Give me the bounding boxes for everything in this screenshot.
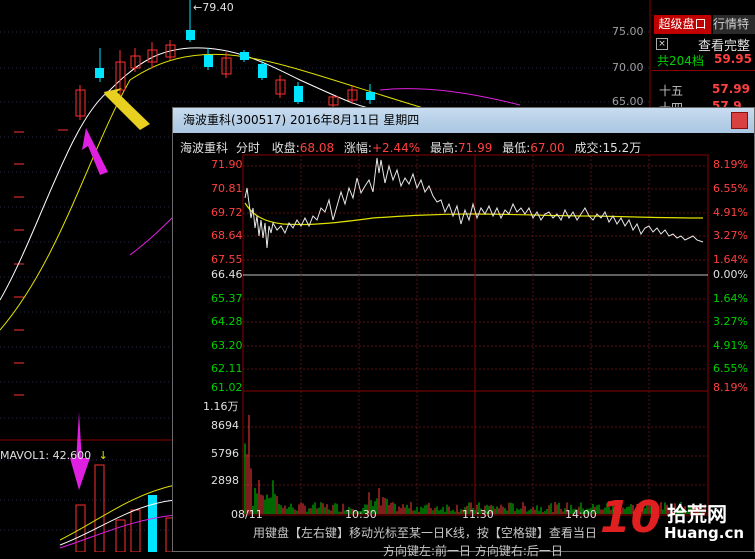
- pct-label: 1.64%: [713, 253, 748, 266]
- price-label: 71.90: [211, 158, 243, 171]
- time-axis-label: 10:30: [345, 508, 377, 521]
- pct-label: 4.91%: [713, 206, 748, 219]
- high-marker-arrow: ←: [193, 1, 203, 14]
- high-marker-value: 79.40: [202, 1, 234, 14]
- pct-label: 8.19%: [713, 158, 748, 171]
- volume-indicator-label: MAVOL1: 42.600 ↓: [0, 449, 108, 462]
- time-axis-label: 11:30: [462, 508, 494, 521]
- price-label: 68.64: [211, 229, 243, 242]
- pct-label: 3.27%: [713, 315, 748, 328]
- price-label: 65.37: [211, 292, 243, 305]
- sidebar-divider: [652, 70, 755, 71]
- site-watermark-logo: 10 拾荒网 Huang.cn: [600, 492, 755, 552]
- pct-label: 4.91%: [713, 339, 748, 352]
- price-label: 62.11: [211, 362, 243, 375]
- pct-label: 6.55%: [713, 182, 748, 195]
- volume-axis-label: 2898: [211, 474, 239, 487]
- view-full-checkbox[interactable]: ×: [656, 38, 668, 50]
- time-axis-label: 08/11: [231, 508, 263, 521]
- high-marker: ←79.40: [193, 1, 234, 14]
- price-axis-70: 70.00: [612, 61, 644, 74]
- price-axis-75: 75.00: [612, 25, 644, 38]
- intraday-chart[interactable]: [173, 108, 755, 553]
- total-depth-label: 共204档: [657, 54, 704, 68]
- intraday-popup-window[interactable]: 海波重科(300517) 2016年8月11日 星期四 海波重科 分时 收盘:6…: [172, 107, 755, 558]
- pct-label: 0.00%: [713, 268, 748, 281]
- price-label: 69.72: [211, 206, 243, 219]
- volume-axis-label: 1.16万: [203, 400, 239, 413]
- sidebar-row-label: 十五: [659, 84, 684, 98]
- tab-super-orderbook[interactable]: 超级盘口: [654, 15, 711, 34]
- volume-axis-label: 8694: [211, 419, 239, 432]
- down-arrow-icon: ↓: [98, 449, 108, 462]
- price-label: 67.55: [211, 253, 243, 266]
- watermark-en: Huang.cn: [664, 524, 745, 542]
- watermark-cn: 拾荒网: [667, 502, 727, 526]
- sidebar-row-value: 57.99: [712, 82, 750, 96]
- pct-label: 6.55%: [713, 362, 748, 375]
- time-axis-label: 14:00: [565, 508, 597, 521]
- total-depth-value: 59.95: [714, 52, 752, 66]
- price-label: 66.46: [211, 268, 243, 281]
- price-label: 61.02: [211, 381, 243, 394]
- tab-quote[interactable]: 行情特: [713, 15, 755, 34]
- pct-label: 1.64%: [713, 292, 748, 305]
- price-label: 63.20: [211, 339, 243, 352]
- pct-label: 3.27%: [713, 229, 748, 242]
- watermark-number: 10: [600, 492, 662, 543]
- mavol-text: MAVOL1: 42.600: [0, 449, 92, 462]
- pct-label: 8.19%: [713, 381, 748, 394]
- keyboard-hint-line1: 用键盘【左右键】移动光标至某一日K线，按【空格键】查看当日: [253, 526, 597, 540]
- volume-axis-label: 5796: [211, 447, 239, 460]
- price-label: 64.28: [211, 315, 243, 328]
- keyboard-hint-line2: 方向键左:前一日 方向键右:后一日: [383, 544, 563, 558]
- price-label: 70.81: [211, 182, 243, 195]
